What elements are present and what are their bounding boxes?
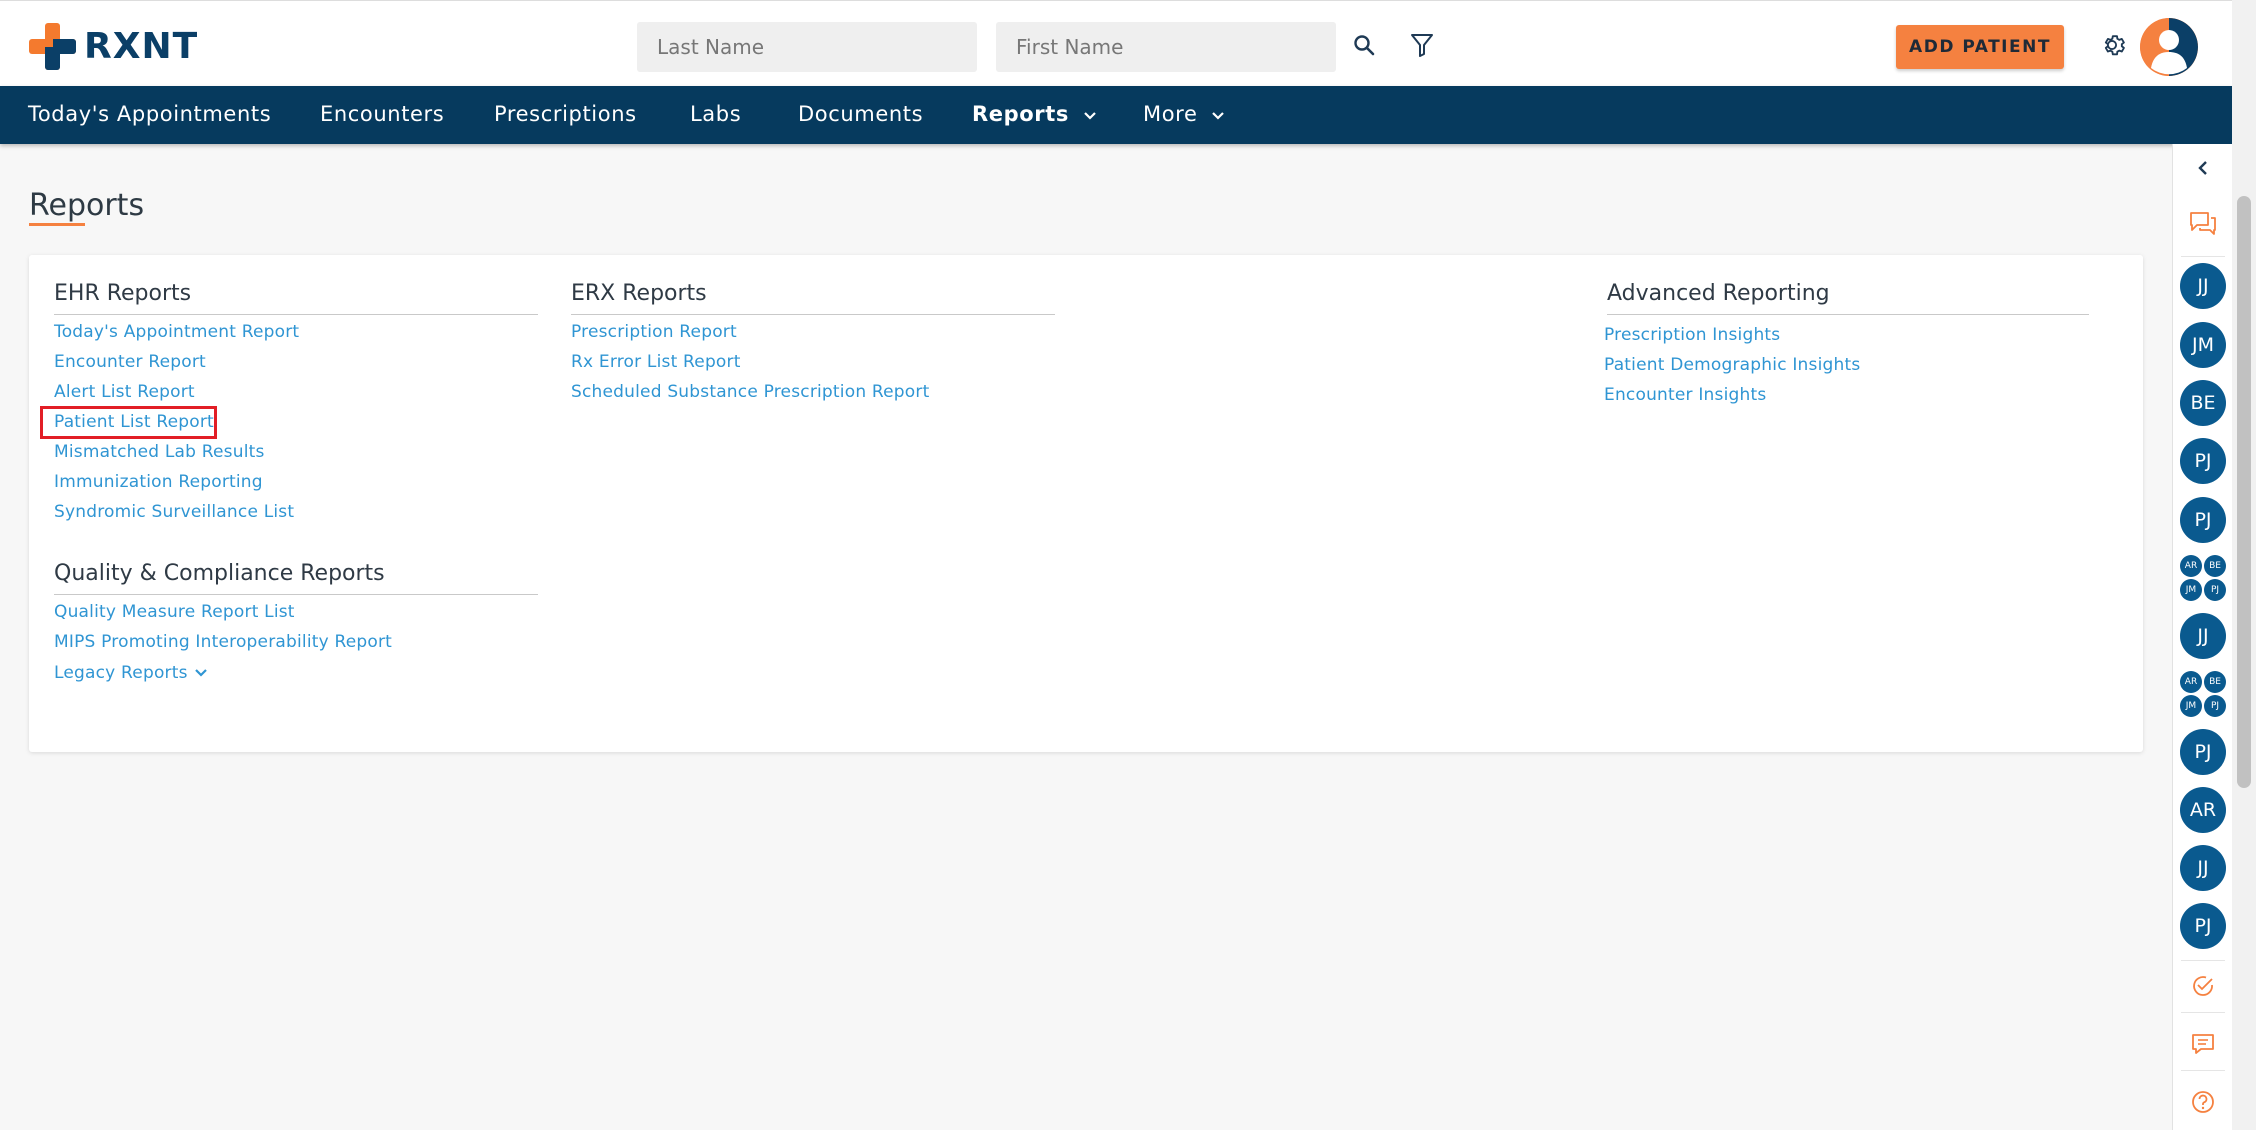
scrollbar-thumb[interactable] [2237, 196, 2251, 788]
sidebar-avatar[interactable]: BE [2173, 377, 2233, 429]
link-immunization-reporting[interactable]: Immunization Reporting [54, 472, 263, 492]
first-name-input[interactable] [996, 22, 1336, 72]
sidebar-separator [2181, 960, 2225, 961]
sidebar-avatar-group[interactable]: AR BE JM PJ [2173, 668, 2233, 720]
nav-labs[interactable]: Labs [690, 102, 741, 126]
task-check-icon[interactable] [2173, 968, 2233, 1004]
user-avatar[interactable] [2140, 18, 2198, 76]
avatar-initials: AR [2180, 555, 2202, 577]
logo-text: RXNT [84, 26, 199, 67]
avatar-initials: BE [2204, 671, 2226, 693]
message-icon[interactable] [2173, 1026, 2233, 1062]
title-underline [29, 223, 85, 226]
avatar-initials: PJ [2180, 903, 2226, 949]
nav-todays-appointments[interactable]: Today's Appointments [28, 102, 271, 126]
collapse-chevron-icon[interactable] [2173, 158, 2233, 178]
ehr-reports-title: EHR Reports [54, 281, 538, 315]
link-prescription-report[interactable]: Prescription Report [571, 322, 737, 342]
nav-reports-label: Reports [972, 102, 1069, 126]
avatar-initials: AR [2180, 671, 2202, 693]
sidebar-avatar[interactable]: PJ [2173, 494, 2233, 546]
link-quality-measure-report-list[interactable]: Quality Measure Report List [54, 602, 295, 622]
link-scheduled-substance-report[interactable]: Scheduled Substance Prescription Report [571, 382, 929, 402]
sidebar-avatar[interactable]: JJ [2173, 260, 2233, 312]
last-name-input[interactable] [637, 22, 977, 72]
link-patient-demographic-insights[interactable]: Patient Demographic Insights [1604, 355, 1860, 375]
avatar-initials: BE [2204, 555, 2226, 577]
avatar-initials: PJ [2180, 729, 2226, 775]
avatar-initials: JJ [2180, 845, 2226, 891]
avatar-initials: PJ [2204, 579, 2226, 601]
avatar-initials: JM [2180, 322, 2226, 368]
page-title: Reports [29, 188, 145, 223]
sidebar-avatar[interactable]: PJ [2173, 900, 2233, 952]
nav-more[interactable]: More [1143, 102, 1225, 126]
link-encounter-report[interactable]: Encounter Report [54, 352, 206, 372]
legacy-reports-label: Legacy Reports [54, 663, 188, 683]
avatar-initials: AR [2180, 787, 2226, 833]
gear-icon[interactable] [2096, 29, 2128, 61]
help-icon[interactable] [2173, 1084, 2233, 1120]
sidebar-avatar[interactable]: JM [2173, 319, 2233, 371]
link-prescription-insights[interactable]: Prescription Insights [1604, 325, 1780, 345]
avatar-initials: BE [2180, 380, 2226, 426]
sidebar-avatar[interactable]: JJ [2173, 842, 2233, 894]
avatar-initials: JM [2180, 579, 2202, 601]
link-encounter-insights[interactable]: Encounter Insights [1604, 385, 1766, 405]
link-rx-error-list-report[interactable]: Rx Error List Report [571, 352, 741, 372]
search-icon[interactable] [1348, 29, 1380, 61]
page-scrollbar[interactable] [2232, 0, 2256, 1130]
sidebar-avatar[interactable]: PJ [2173, 435, 2233, 487]
quality-compliance-title: Quality & Compliance Reports [54, 561, 538, 595]
sidebar-separator [2181, 1012, 2225, 1013]
sidebar-avatar-group[interactable]: AR BE JM PJ [2173, 552, 2233, 604]
sidebar-avatar[interactable]: JJ [2173, 610, 2233, 662]
avatar-initials: PJ [2180, 438, 2226, 484]
app-header: RXNT ADD PATIENT [0, 0, 2232, 86]
main-nav: Today's Appointments Encounters Prescrip… [0, 86, 2232, 144]
chat-bubbles-icon[interactable] [2173, 206, 2233, 242]
filter-icon[interactable] [1406, 29, 1438, 61]
highlight-box [40, 406, 217, 439]
reports-card: EHR Reports Today's Appointment Report E… [29, 255, 2143, 752]
nav-reports[interactable]: Reports [972, 102, 1097, 126]
nav-more-label: More [1143, 102, 1198, 126]
chevron-down-icon [1211, 102, 1225, 126]
avatar-initials: PJ [2204, 695, 2226, 717]
rxnt-logo[interactable]: RXNT [29, 23, 198, 70]
link-mips-interoperability-report[interactable]: MIPS Promoting Interoperability Report [54, 632, 392, 652]
advanced-reporting-title: Advanced Reporting [1607, 281, 2089, 315]
right-sidebar: JJ JM BE PJ PJ AR BE JM PJ JJ AR BE JM P… [2172, 144, 2232, 1130]
avatar-initials: JM [2180, 695, 2202, 717]
avatar-initials: JJ [2180, 613, 2226, 659]
link-alert-list-report[interactable]: Alert List Report [54, 382, 195, 402]
link-syndromic-surveillance-list[interactable]: Syndromic Surveillance List [54, 502, 294, 522]
sidebar-separator [2181, 1070, 2225, 1071]
nav-prescriptions[interactable]: Prescriptions [494, 102, 637, 126]
erx-reports-title: ERX Reports [571, 281, 1055, 315]
add-patient-button[interactable]: ADD PATIENT [1896, 25, 2064, 69]
sidebar-avatar[interactable]: PJ [2173, 726, 2233, 778]
nav-encounters[interactable]: Encounters [320, 102, 444, 126]
avatar-initials: JJ [2180, 263, 2226, 309]
chevron-down-icon [1083, 102, 1097, 126]
link-todays-appointment-report[interactable]: Today's Appointment Report [54, 322, 299, 342]
link-mismatched-lab-results[interactable]: Mismatched Lab Results [54, 442, 265, 462]
nav-documents[interactable]: Documents [798, 102, 923, 126]
legacy-reports-toggle[interactable]: Legacy Reports [54, 663, 208, 683]
logo-cross-icon [29, 23, 76, 70]
sidebar-avatar[interactable]: AR [2173, 784, 2233, 836]
sidebar-separator [2181, 256, 2225, 257]
avatar-initials: PJ [2180, 497, 2226, 543]
chevron-down-icon [194, 668, 208, 678]
